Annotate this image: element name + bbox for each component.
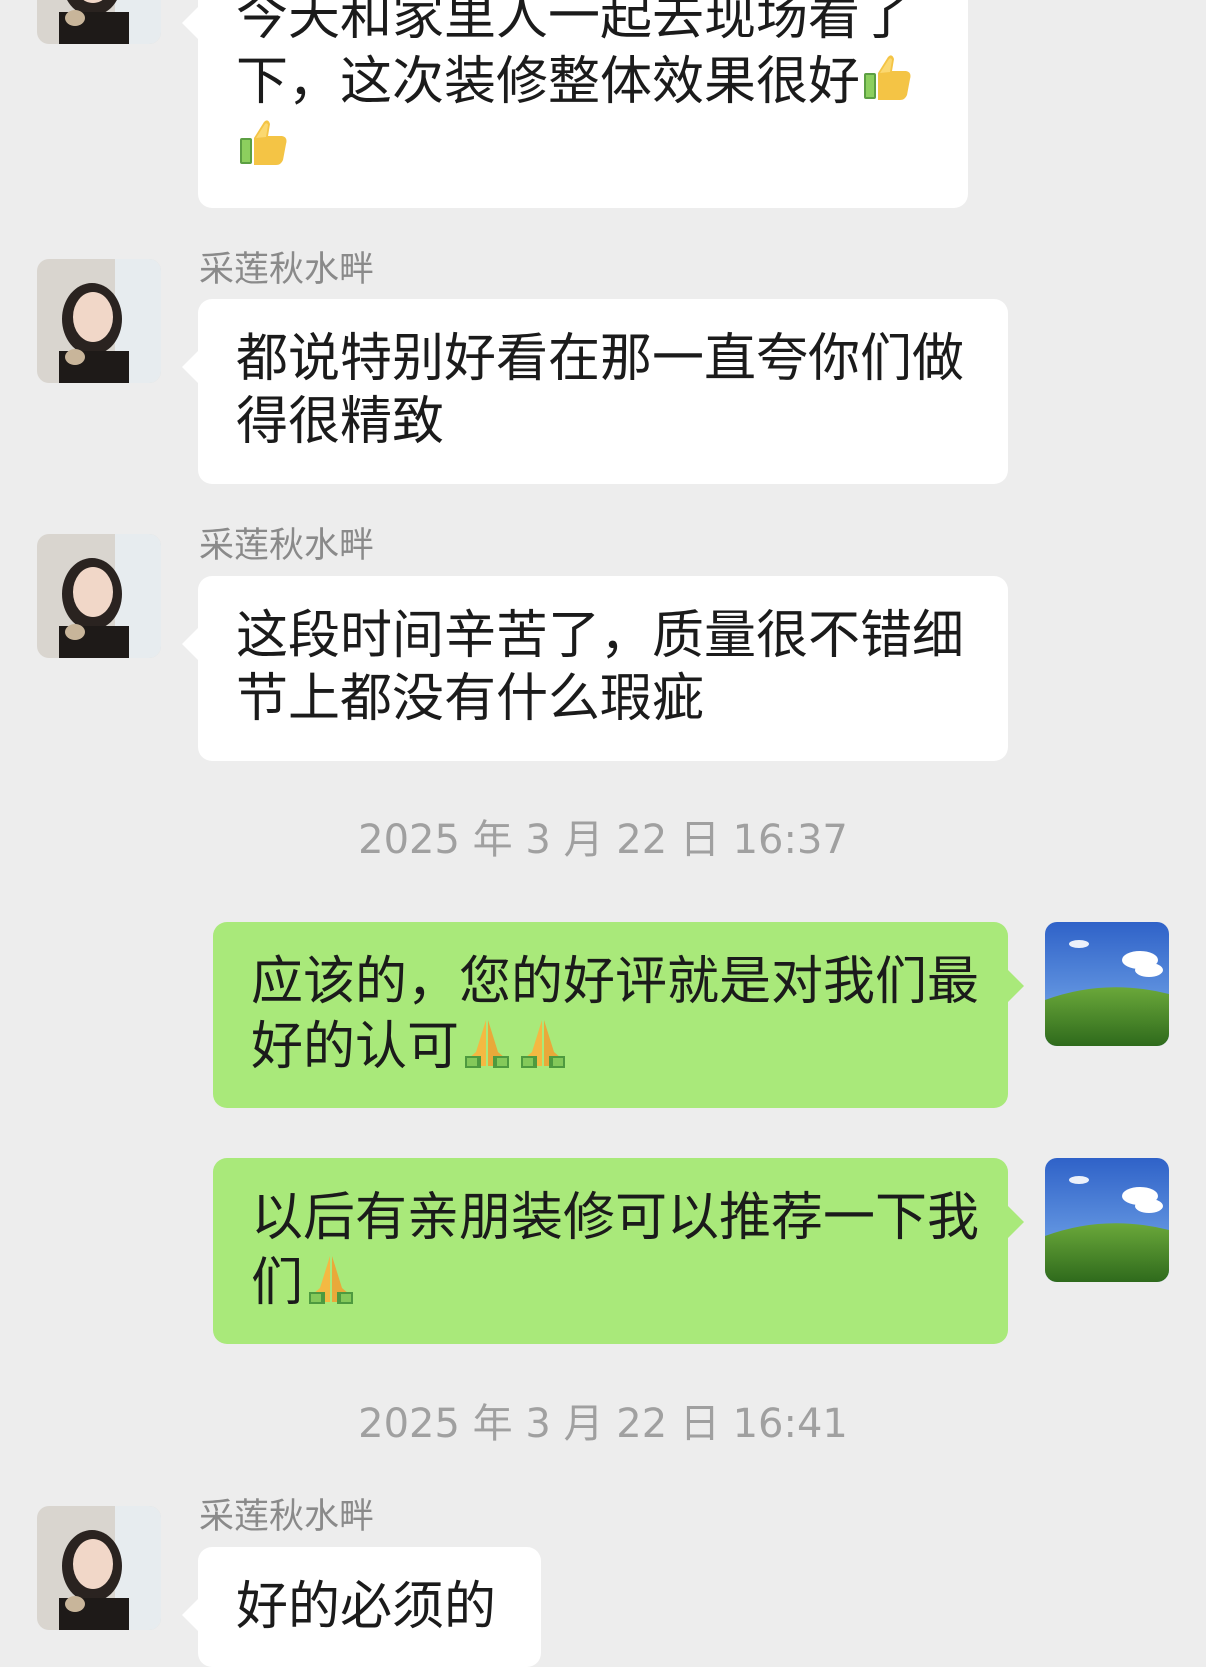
message-text: 得很精致	[236, 392, 445, 452]
outgoing-message[interactable]: 应该的，您的好评就是对我们最 好的认可	[213, 922, 1024, 1108]
incoming-message[interactable]: 都说特别好看在那一直夸你们做 得很精致	[182, 299, 1008, 484]
incoming-message[interactable]: 好的必须的	[182, 1547, 541, 1667]
sender-name: 采莲秋水畔	[199, 1497, 375, 1537]
message-text: 以后有亲朋装修可以推荐一下我	[251, 1188, 980, 1248]
contact-avatar[interactable]	[37, 1506, 161, 1630]
thumbs-up-emoji-icon	[236, 114, 292, 170]
message-text: 应该的，您的好评就是对我们最	[251, 952, 980, 1012]
contact-avatar[interactable]	[37, 259, 161, 383]
incoming-message[interactable]: 这段时间辛苦了，质量很不错细 节上都没有什么瑕疵	[182, 576, 1008, 761]
message-timestamp: 2025 年 3 月 22 日 16:37	[358, 817, 848, 863]
message-text: 这段时间辛苦了，质量很不错细	[236, 606, 965, 666]
message-text: 下，这次装修整体效果很好	[236, 52, 861, 112]
contact-avatar[interactable]	[37, 534, 161, 658]
message-timestamp: 2025 年 3 月 22 日 16:41	[358, 1401, 848, 1447]
folded-hands-emoji-icon	[515, 1014, 571, 1070]
contact-avatar[interactable]	[37, 0, 161, 44]
message-text: 们	[251, 1253, 304, 1313]
my-avatar[interactable]	[1045, 922, 1169, 1046]
message-text: 好的认可	[251, 1017, 460, 1077]
message-text: 节上都没有什么瑕疵	[236, 669, 705, 729]
sender-name: 采莲秋水畔	[199, 526, 375, 566]
outgoing-message[interactable]: 以后有亲朋装修可以推荐一下我 们	[213, 1158, 1024, 1344]
message-text: 都说特别好看在那一直夸你们做	[236, 329, 965, 389]
incoming-message[interactable]: 今天和家里人一起去现场看了 下，这次装修整体效果很好	[182, 0, 968, 208]
folded-hands-emoji-icon	[303, 1250, 359, 1306]
folded-hands-emoji-icon	[459, 1014, 515, 1070]
thumbs-up-emoji-icon	[860, 49, 916, 105]
message-text: 今天和家里人一起去现场看了	[236, 0, 913, 47]
my-avatar[interactable]	[1045, 1158, 1169, 1282]
sender-name: 采莲秋水畔	[199, 250, 375, 290]
